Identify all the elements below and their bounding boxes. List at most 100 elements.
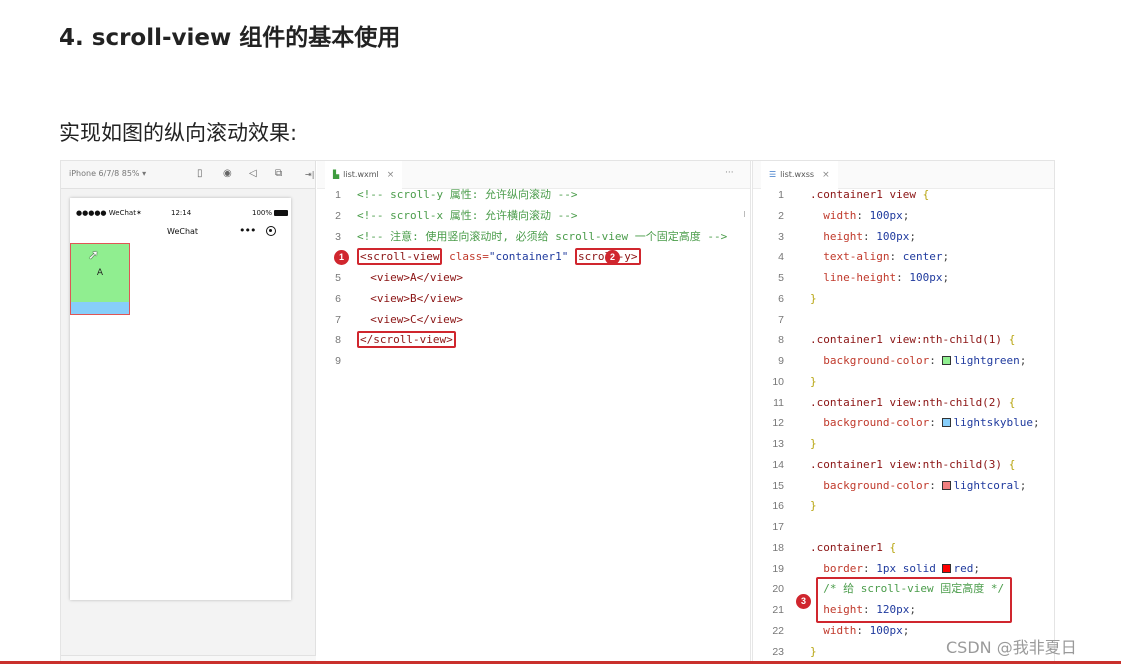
value: 100px [909, 271, 943, 284]
devtools-window: iPhone 6/7/8 85% ▾ ▯ ◉ ◁ ⧉ ●●●●● WeChat✶… [60, 160, 1055, 664]
brace: } [810, 374, 817, 388]
line-number: 7 [335, 313, 341, 326]
line-number: 6 [335, 292, 341, 305]
value: red [953, 561, 974, 575]
watermark: CSDN @我非夏日 [946, 638, 1077, 657]
code-line: 41<scroll-view class="container1" scroll… [317, 247, 750, 268]
tab-label: list.wxml [343, 170, 379, 179]
code-line: 2 width: 100px; [753, 206, 1054, 227]
line-number: 6 [778, 292, 784, 305]
capsule-menu-icon[interactable]: ••• [239, 224, 256, 237]
property: background-color [823, 416, 930, 430]
selector: .container1 [810, 540, 890, 554]
scroll-marker [744, 211, 745, 217]
code-line: 7 <view>C</view> [317, 310, 750, 331]
color-swatch[interactable] [942, 480, 952, 490]
value: 100px [869, 623, 903, 637]
code-line: 5 <view>A</view> [317, 268, 750, 289]
code-line: 5 line-height: 100px; [753, 268, 1054, 289]
line-number: 15 [772, 479, 784, 492]
brace: { [1008, 395, 1016, 409]
wxss-file-icon: ☰ [769, 170, 777, 179]
brace: { [922, 188, 930, 201]
split-editor-icon[interactable]: ⇥| [305, 170, 314, 179]
battery-percent: 100% [252, 209, 273, 217]
line-number: 7 [778, 313, 784, 326]
code-text: width: 100px; [823, 208, 910, 222]
code-line: 1 .container1 view { [753, 185, 1054, 206]
window-icon[interactable]: ⧉ [275, 168, 282, 180]
brace: { [1008, 333, 1016, 347]
tab-close-icon[interactable]: × [822, 170, 830, 180]
line-number: 10 [772, 375, 784, 388]
property: height [823, 229, 863, 243]
brace: } [810, 437, 817, 450]
slide-heading: 4. scroll-view 组件的基本使用 [59, 25, 401, 51]
scroll-view[interactable]: A [70, 243, 130, 315]
property: background-color [823, 478, 930, 492]
property: width [823, 623, 857, 637]
property: border [823, 561, 863, 575]
line-number: 20 [772, 583, 784, 596]
more-actions-icon[interactable]: ··· [725, 168, 734, 178]
simulator-panel: iPhone 6/7/8 85% ▾ ▯ ◉ ◁ ⧉ ●●●●● WeChat✶… [61, 161, 316, 663]
line-number: 11 [773, 396, 784, 409]
property: background-color [823, 354, 930, 367]
code-line: 16} [753, 496, 1054, 517]
line-number: 2 [335, 209, 341, 222]
color-swatch[interactable] [942, 418, 952, 428]
line-number: 18 [772, 541, 784, 554]
color-swatch[interactable] [942, 356, 952, 365]
code-text: .container1 view:nth-child(1) { [810, 330, 1015, 351]
line-number: 8 [778, 334, 784, 347]
line-number: 21 [772, 604, 784, 616]
code-text: line-height: 100px; [823, 271, 950, 284]
line-number: 22 [772, 624, 784, 637]
code-line: 2 <!-- scroll-x 属性: 允许横向滚动 --> [317, 206, 750, 227]
code-text: <view>A</view> [357, 271, 463, 284]
value: 1px solid [876, 561, 943, 575]
capsule-close-icon[interactable] [266, 226, 276, 236]
volume-icon[interactable]: ◁ [249, 168, 257, 180]
color-swatch[interactable] [942, 563, 952, 573]
value: center [902, 250, 943, 264]
property: line-height [823, 271, 897, 284]
view-a: A [71, 244, 129, 302]
code-line: 15 background-color: lightcoral; [753, 476, 1054, 497]
code-text: text-align: center; [823, 250, 950, 264]
code-text: <view>B</view> [357, 291, 463, 305]
code-text: <view>C</view> [357, 312, 463, 326]
tab-label: list.wxss [780, 170, 815, 179]
code-line: 4 text-align: center; [753, 247, 1054, 268]
code-line: 9 background-color: lightgreen; [753, 351, 1054, 372]
tab-close-icon[interactable]: × [387, 170, 395, 180]
brace: { [1008, 457, 1016, 471]
line-number: 5 [335, 272, 341, 284]
comment: <!-- scroll-y 属性: 允许纵向滚动 --> [357, 188, 578, 201]
record-icon[interactable]: ◉ [223, 168, 232, 180]
property: text-align [823, 250, 890, 264]
slide-subheading: 实现如图的纵向滚动效果: [59, 121, 298, 145]
code-line: 18 .container1 { [753, 538, 1054, 559]
code-text: .container1 view:nth-child(3) { [810, 455, 1015, 476]
code-text: .container1 view { [810, 185, 929, 206]
callout-badge-3: 3 [796, 594, 811, 609]
line-number: 3 [335, 230, 341, 243]
code-text: background-color: lightskyblue; [823, 416, 1040, 430]
wxml-editor[interactable]: ⇥| ▙ list.wxml × 1 <!-- scroll-y 属性: 允许纵向滚动… [305, 161, 751, 663]
brace: } [810, 291, 817, 305]
code-line: 8 .container1 view:nth-child(1) { [753, 330, 1054, 351]
value: 100px [876, 229, 910, 243]
code-line: 6} [753, 289, 1054, 310]
code-line: 7 [753, 310, 1054, 331]
wxss-editor[interactable]: ☰ list.wxss × ··· 1 .container1 view { 2 wi… [725, 161, 1054, 663]
status-carrier: ●●●●● WeChat✶ [76, 209, 142, 217]
comment: <!-- 注意: 使用竖向滚动时, 必须给 scroll-view 一个固定高度… [357, 229, 728, 243]
wxml-file-icon: ▙ [333, 170, 340, 179]
device-selector[interactable]: iPhone 6/7/8 85% ▾ [69, 169, 146, 178]
view-b [71, 302, 129, 314]
code-line: 6 <view>B</view> [317, 289, 750, 310]
brace: } [810, 499, 817, 513]
phone-icon[interactable]: ▯ [197, 168, 203, 180]
line-number: 2 [778, 209, 784, 222]
